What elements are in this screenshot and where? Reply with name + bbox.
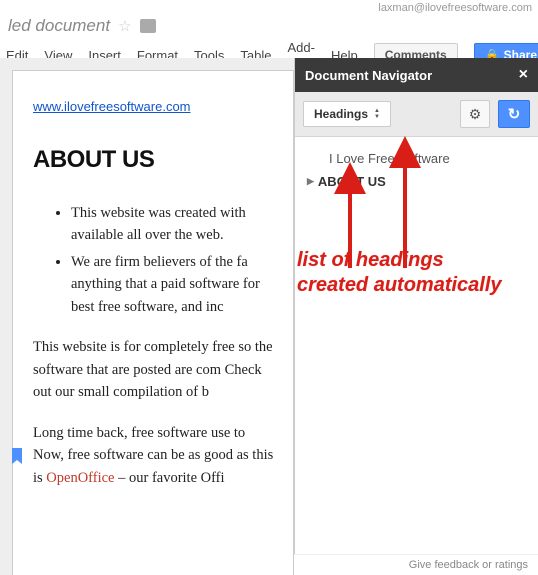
- refresh-button[interactable]: ↻: [498, 100, 530, 128]
- annotation-text: list of headings created automatically: [297, 248, 502, 298]
- refresh-icon: ↻: [508, 105, 521, 123]
- openoffice-link[interactable]: OpenOffice: [46, 470, 114, 486]
- tree-item-about-us[interactable]: ▶ ABOUT US: [307, 170, 526, 193]
- paragraph: This website is for completely free so t…: [33, 336, 279, 403]
- document-navigator-panel: Document Navigator × Headings ▲▼ ⚙ ↻ I L…: [294, 58, 538, 575]
- paragraph: Long time back, free software use to Now…: [33, 422, 279, 489]
- star-icon[interactable]: ☆: [118, 17, 131, 35]
- tree-root[interactable]: I Love Free Software: [307, 147, 526, 170]
- filter-select[interactable]: Headings ▲▼: [303, 101, 391, 127]
- settings-button[interactable]: ⚙: [460, 100, 490, 128]
- stepper-icon: ▲▼: [374, 108, 380, 120]
- bullet-item: We are firm believers of the fa anything…: [71, 251, 279, 318]
- bullet-item: This website was created with available …: [71, 202, 279, 247]
- panel-title: Document Navigator: [305, 68, 432, 83]
- folder-icon[interactable]: [140, 19, 156, 33]
- doc-title[interactable]: led document: [8, 16, 110, 36]
- close-icon[interactable]: ×: [519, 66, 528, 84]
- triangle-right-icon: ▶: [307, 176, 314, 187]
- user-email: laxman@ilovefreesoftware.com: [378, 2, 532, 14]
- heading-about-us: ABOUT US: [33, 146, 279, 174]
- document-canvas[interactable]: www.ilovefreesoftware.com ABOUT US This …: [0, 58, 294, 575]
- gear-icon: ⚙: [469, 106, 482, 123]
- hyperlink[interactable]: www.ilovefreesoftware.com: [33, 99, 191, 114]
- feedback-link[interactable]: Give feedback or ratings: [294, 554, 538, 575]
